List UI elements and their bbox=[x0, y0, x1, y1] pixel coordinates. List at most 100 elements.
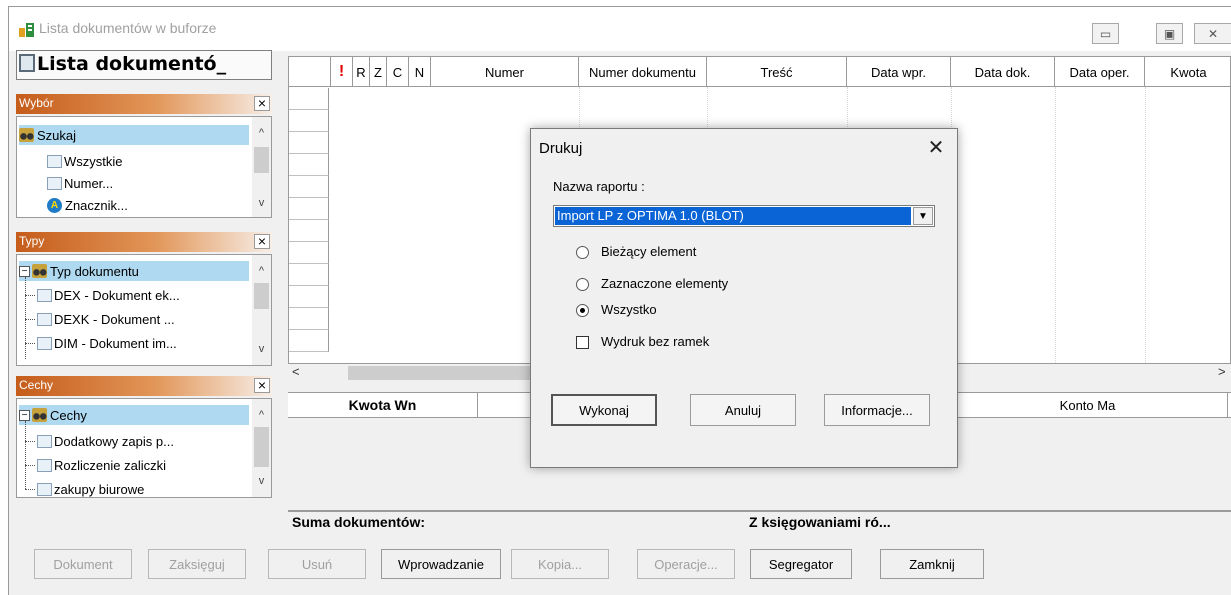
window-close-button[interactable]: ✕ bbox=[1194, 23, 1231, 44]
scroll-down-icon[interactable]: v bbox=[252, 475, 271, 487]
tree-item-dodatkowy-zapis[interactable]: Dodatkowy zapis p... bbox=[37, 431, 174, 451]
column-header-kwota-wn[interactable]: Kwota Wn bbox=[288, 393, 478, 417]
column-header-numer[interactable]: Numer bbox=[431, 57, 579, 87]
column-header-data-dok[interactable]: Data dok. bbox=[951, 57, 1055, 87]
document-type-icon bbox=[37, 312, 52, 326]
list-item-znacznik[interactable]: A Znacznik... bbox=[47, 195, 128, 215]
tree-item-dexk[interactable]: DEXK - Dokument ... bbox=[37, 309, 175, 329]
column-header-konto-ma[interactable]: Konto Ma bbox=[948, 393, 1228, 417]
wybor-scrollbar[interactable]: ^ v bbox=[252, 117, 271, 217]
column-header-tresc[interactable]: Treść bbox=[707, 57, 847, 87]
print-dialog: Drukuj ✕ Nazwa raportu : Import LP z OPT… bbox=[530, 128, 958, 468]
column-header-n[interactable]: N bbox=[409, 57, 431, 87]
cancel-button[interactable]: Anuluj bbox=[690, 394, 796, 426]
scroll-left-icon[interactable]: < bbox=[292, 364, 300, 379]
section-header-wybor: Wybór × bbox=[16, 94, 272, 114]
binoculars-icon bbox=[32, 408, 47, 422]
column-header-priority[interactable]: ! bbox=[331, 57, 353, 87]
scroll-up-icon[interactable]: ^ bbox=[252, 265, 271, 277]
kopia-button[interactable]: Kopia... bbox=[511, 549, 609, 579]
dialog-close-button[interactable]: ✕ bbox=[921, 134, 951, 162]
usun-button[interactable]: Usuń bbox=[268, 549, 366, 579]
scroll-thumb[interactable] bbox=[254, 427, 269, 467]
zamknij-button[interactable]: Zamknij bbox=[880, 549, 984, 579]
grid-line bbox=[1145, 87, 1146, 363]
radio-all[interactable] bbox=[576, 304, 589, 317]
close-section-typy-button[interactable]: × bbox=[254, 234, 270, 249]
scroll-down-icon[interactable]: v bbox=[252, 343, 271, 355]
segregator-button[interactable]: Segregator bbox=[750, 549, 852, 579]
tree-root-typ-dokumentu[interactable]: − Typ dokumentu bbox=[19, 261, 249, 281]
column-header-kwota[interactable]: Kwota bbox=[1145, 57, 1230, 87]
minimize-button[interactable]: ▭ bbox=[1092, 23, 1119, 44]
tree-item-dim[interactable]: DIM - Dokument im... bbox=[37, 333, 177, 353]
zaksieguj-button[interactable]: Zaksięguj bbox=[148, 549, 246, 579]
column-header-data-wpr[interactable]: Data wpr. bbox=[847, 57, 951, 87]
row-header[interactable] bbox=[289, 88, 329, 110]
radio-current-element[interactable] bbox=[576, 246, 589, 259]
scroll-down-icon[interactable]: v bbox=[252, 197, 271, 209]
tree-branch bbox=[25, 295, 35, 296]
radio-selected-elements[interactable] bbox=[576, 278, 589, 291]
grid-line bbox=[1055, 87, 1056, 363]
list-item-numer[interactable]: Numer... bbox=[47, 173, 113, 193]
typy-scrollbar[interactable]: ^ v bbox=[252, 255, 271, 365]
binoculars-icon bbox=[32, 264, 47, 278]
dropdown-arrow-icon[interactable]: ▼ bbox=[913, 207, 933, 225]
column-header-r[interactable]: R bbox=[353, 57, 370, 87]
grid-corner bbox=[289, 57, 331, 87]
list-item-wszystkie[interactable]: Wszystkie bbox=[47, 151, 123, 171]
column-header-numer-dokumentu[interactable]: Numer dokumentu bbox=[579, 57, 707, 87]
row-header[interactable] bbox=[289, 154, 329, 176]
column-header-c[interactable]: C bbox=[387, 57, 409, 87]
row-header[interactable] bbox=[289, 132, 329, 154]
tree-item-zakupy[interactable]: zakupy biurowe bbox=[37, 479, 144, 499]
cechy-scrollbar[interactable]: ^ v bbox=[252, 399, 271, 497]
execute-button[interactable]: Wykonaj bbox=[551, 394, 657, 426]
dokument-button[interactable]: Dokument bbox=[34, 549, 132, 579]
close-section-wybor-button[interactable]: × bbox=[254, 96, 270, 111]
row-header[interactable] bbox=[289, 176, 329, 198]
tree-item-rozliczenie[interactable]: Rozliczenie zaliczki bbox=[37, 455, 166, 475]
binoculars-icon bbox=[19, 128, 34, 142]
row-header[interactable] bbox=[289, 110, 329, 132]
feature-icon bbox=[37, 482, 52, 496]
row-header[interactable] bbox=[289, 220, 329, 242]
maximize-button[interactable]: ▣ bbox=[1156, 23, 1183, 44]
no-frames-checkbox[interactable] bbox=[576, 336, 589, 349]
info-button[interactable]: Informacje... bbox=[824, 394, 930, 426]
row-header[interactable] bbox=[289, 330, 329, 352]
tree-branch bbox=[25, 465, 35, 466]
report-name-select[interactable]: Import LP z OPTIMA 1.0 (BLOT) ▼ bbox=[553, 205, 935, 227]
collapse-icon[interactable]: − bbox=[19, 265, 30, 277]
section-title-wybor: Wybór bbox=[19, 96, 54, 110]
row-header[interactable] bbox=[289, 264, 329, 286]
scroll-right-icon[interactable]: > bbox=[1218, 364, 1226, 379]
tree-branch bbox=[25, 343, 35, 344]
scroll-thumb[interactable] bbox=[254, 283, 269, 309]
row-header[interactable] bbox=[289, 308, 329, 330]
list-item-szukaj[interactable]: Szukaj bbox=[19, 125, 249, 145]
list-title-text: Lista dokumentó_ bbox=[37, 53, 227, 75]
row-header[interactable] bbox=[289, 242, 329, 264]
operacje-button[interactable]: Operacje... bbox=[637, 549, 735, 579]
tree-line bbox=[25, 277, 26, 359]
no-frames-label: Wydruk bez ramek bbox=[601, 334, 710, 349]
row-header[interactable] bbox=[289, 286, 329, 308]
tree-branch bbox=[25, 441, 35, 442]
column-header-z[interactable]: Z bbox=[370, 57, 387, 87]
column-header-data-oper[interactable]: Data oper. bbox=[1055, 57, 1145, 87]
report-name-label: Nazwa raportu : bbox=[553, 179, 645, 194]
scroll-up-icon[interactable]: ^ bbox=[252, 409, 271, 421]
row-header[interactable] bbox=[289, 198, 329, 220]
tree-item-dex[interactable]: DEX - Dokument ek... bbox=[37, 285, 180, 305]
document-type-icon bbox=[37, 336, 52, 350]
typy-tree: − Typ dokumentu DEX - Dokument ek... DEXK… bbox=[16, 254, 272, 366]
close-section-cechy-button[interactable]: × bbox=[254, 378, 270, 393]
tree-root-cechy[interactable]: − Cechy bbox=[19, 405, 249, 425]
scroll-up-icon[interactable]: ^ bbox=[252, 127, 271, 139]
wprowadzanie-button[interactable]: Wprowadzanie bbox=[381, 549, 501, 579]
scroll-thumb[interactable] bbox=[254, 147, 269, 173]
collapse-icon[interactable]: − bbox=[19, 409, 30, 421]
section-header-cechy: Cechy × bbox=[16, 376, 272, 396]
